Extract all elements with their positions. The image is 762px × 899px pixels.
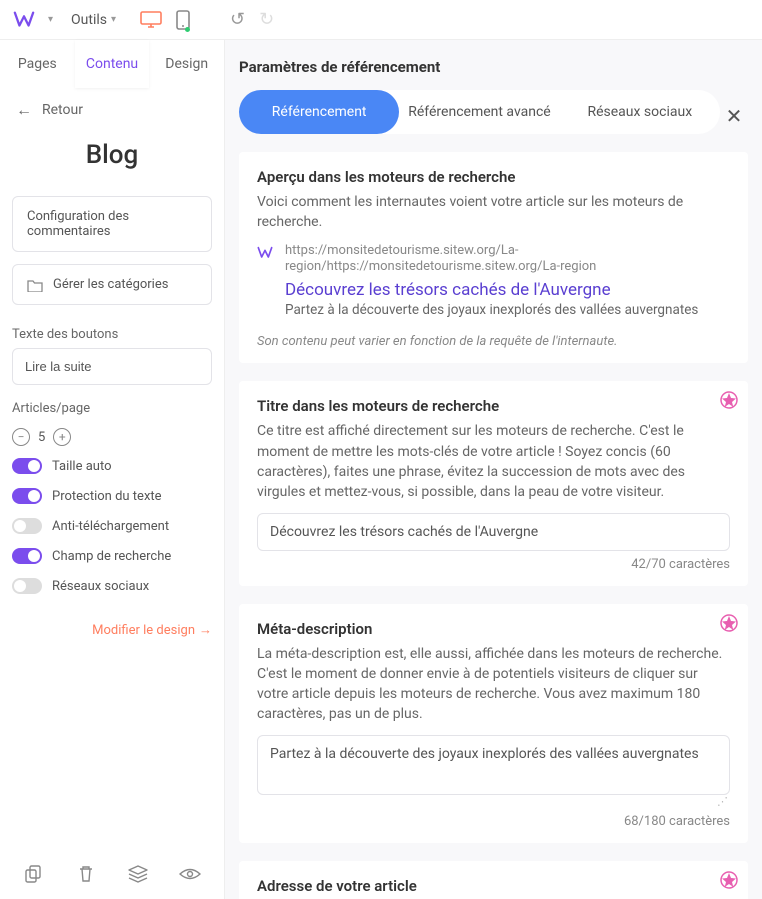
trash-icon[interactable] bbox=[75, 863, 97, 885]
back-label: Retour bbox=[42, 102, 83, 118]
toggle-size-auto[interactable] bbox=[12, 458, 42, 474]
seg-referencement[interactable]: Référencement bbox=[239, 90, 399, 134]
toggle-social[interactable] bbox=[12, 578, 42, 594]
preview-card: Aperçu dans les moteurs de recherche Voi… bbox=[239, 152, 748, 363]
desktop-device-button[interactable] bbox=[140, 10, 162, 30]
sidebar-footer bbox=[0, 849, 224, 899]
title-desc: Ce titre est affiché directement sur les… bbox=[257, 421, 730, 502]
config-comments-button[interactable]: Configuration des commentaires bbox=[12, 196, 212, 252]
site-icon bbox=[257, 243, 275, 265]
layers-icon[interactable] bbox=[127, 863, 149, 885]
preview-url: https://monsitedetourisme.sitew.org/La-r… bbox=[285, 243, 730, 277]
tools-dropdown[interactable]: Outils ▾ bbox=[65, 8, 122, 32]
preview-title: Découvrez les trésors cachés de l'Auverg… bbox=[285, 280, 730, 300]
duplicate-icon[interactable] bbox=[23, 863, 45, 885]
arrow-right-icon: → bbox=[199, 623, 212, 638]
topbar: ▾ Outils ▾ ↺ ↻ bbox=[0, 0, 762, 40]
folder-icon bbox=[27, 278, 43, 292]
premium-badge-icon bbox=[720, 391, 738, 409]
chevron-down-icon[interactable]: ▾ bbox=[48, 14, 53, 25]
tab-contenu[interactable]: Contenu bbox=[75, 40, 150, 88]
meta-heading: Méta-description bbox=[257, 620, 730, 638]
device-switcher bbox=[140, 10, 194, 30]
increment-button[interactable]: + bbox=[53, 428, 71, 446]
url-card: Adresse de votre article L'adresse de vo… bbox=[239, 861, 748, 899]
active-dot bbox=[185, 27, 190, 32]
meta-description-input[interactable] bbox=[257, 735, 730, 795]
mobile-device-button[interactable] bbox=[172, 10, 194, 30]
modify-design-link[interactable]: Modifier le design→ bbox=[0, 622, 224, 638]
content-panel: Paramètres de référencement Référencemen… bbox=[225, 40, 762, 899]
meta-counter: 68/180 caractères bbox=[257, 814, 730, 829]
sidebar: Pages Contenu Design ← Retour Blog Confi… bbox=[0, 40, 225, 899]
page-title: Blog bbox=[0, 132, 224, 190]
redo-button[interactable]: ↻ bbox=[259, 9, 274, 30]
settings-title: Paramètres de référencement bbox=[239, 58, 748, 76]
articles-page-label: Articles/page bbox=[0, 385, 224, 422]
tools-label: Outils bbox=[71, 12, 107, 28]
undo-button[interactable]: ↺ bbox=[230, 9, 245, 30]
meta-desc: La méta-description est, elle aussi, aff… bbox=[257, 644, 730, 725]
eye-icon[interactable] bbox=[179, 863, 201, 885]
title-card: Titre dans les moteurs de recherche Ce t… bbox=[239, 381, 748, 585]
tab-design[interactable]: Design bbox=[149, 40, 224, 88]
seo-tabs: Référencement Référencement avancé Résea… bbox=[239, 90, 720, 134]
readmore-input[interactable] bbox=[12, 348, 212, 385]
preview-heading: Aperçu dans les moteurs de recherche bbox=[257, 168, 730, 186]
chevron-down-icon: ▾ bbox=[111, 14, 116, 25]
manage-categories-button[interactable]: Gérer les catégories bbox=[12, 264, 212, 305]
tab-pages[interactable]: Pages bbox=[0, 40, 75, 88]
preview-desc: Voici comment les internautes voient vot… bbox=[257, 192, 730, 233]
title-heading: Titre dans les moteurs de recherche bbox=[257, 397, 730, 415]
close-button[interactable]: ✕ bbox=[720, 102, 748, 130]
back-button[interactable]: ← Retour bbox=[0, 88, 224, 132]
decrement-button[interactable]: − bbox=[12, 428, 30, 446]
undo-redo: ↺ ↻ bbox=[230, 9, 274, 30]
preview-snippet: Partez à la découverte des joyaux inexpl… bbox=[285, 302, 730, 318]
seg-reseaux-sociaux[interactable]: Réseaux sociaux bbox=[560, 90, 720, 134]
premium-badge-icon bbox=[720, 871, 738, 889]
toggle-anti-download[interactable] bbox=[12, 518, 42, 534]
buttons-text-label: Texte des boutons bbox=[0, 311, 224, 348]
resize-handle-icon[interactable]: ⋰ bbox=[257, 795, 730, 808]
sidebar-tabs: Pages Contenu Design bbox=[0, 40, 224, 88]
url-heading: Adresse de votre article bbox=[257, 877, 730, 895]
arrow-left-icon: ← bbox=[16, 100, 32, 120]
logo[interactable] bbox=[12, 8, 36, 32]
seo-title-input[interactable] bbox=[257, 513, 730, 551]
toggle-search-field[interactable] bbox=[12, 548, 42, 564]
title-counter: 42/70 caractères bbox=[257, 557, 730, 572]
seg-referencement-avance[interactable]: Référencement avancé bbox=[399, 90, 559, 134]
preview-note: Son contenu peut varier en fonction de l… bbox=[257, 334, 730, 349]
toggle-text-protection[interactable] bbox=[12, 488, 42, 504]
premium-badge-icon bbox=[720, 614, 738, 632]
articles-page-value: 5 bbox=[38, 430, 45, 445]
meta-card: Méta-description La méta-description est… bbox=[239, 604, 748, 843]
